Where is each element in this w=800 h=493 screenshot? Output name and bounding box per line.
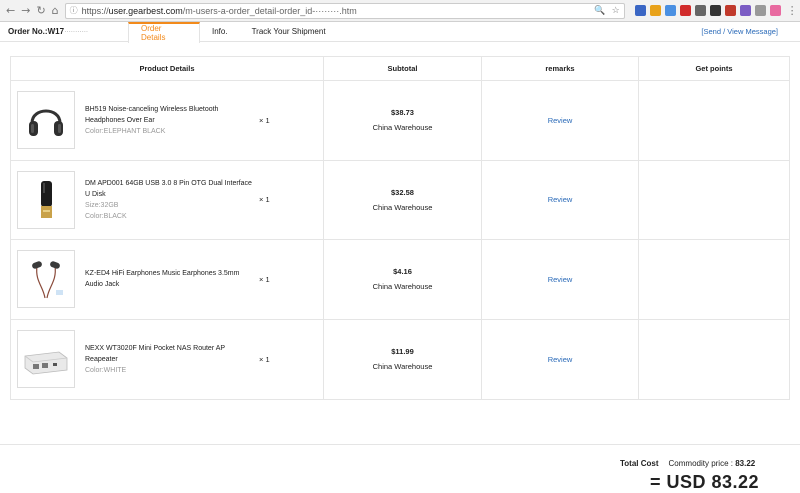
warehouse: China Warehouse — [372, 362, 433, 372]
header-subtotal: Subtotal — [323, 57, 481, 80]
product-image-usb-drive[interactable] — [17, 170, 75, 229]
home-icon[interactable]: ⌂ — [52, 4, 59, 17]
browser-toolbar: ← → ↻ ⌂ ⓘ https://user.gearbest.com/m-us… — [0, 0, 800, 22]
table-header: Product Details Subtotal remarks Get poi… — [11, 57, 789, 81]
points-cell — [638, 160, 789, 239]
price: $11.99 — [391, 347, 414, 357]
ext-4-icon[interactable] — [679, 5, 691, 16]
product-info: DM APD001 64GB USB 3.0 8 Pin OTG Dual In… — [85, 178, 253, 222]
header-remarks: remarks — [481, 57, 638, 80]
points-cell — [638, 319, 789, 399]
review-link[interactable]: Review — [481, 319, 638, 399]
ext-2-icon[interactable] — [649, 5, 661, 16]
table-row: BH519 Noise-canceling Wireless Bluetooth… — [11, 81, 789, 161]
product-image-router[interactable] — [17, 330, 75, 389]
product-name[interactable]: BH519 Noise-canceling Wireless Bluetooth… — [85, 104, 253, 126]
points-cell — [638, 240, 789, 319]
extensions-bar — [634, 5, 781, 16]
order-number-label: Order No.: — [8, 27, 48, 36]
totals-divider — [0, 444, 800, 445]
grand-total: = USD 83.22 — [650, 472, 760, 492]
ext-5-icon[interactable] — [694, 5, 706, 16]
url-scheme: https:// — [81, 5, 109, 16]
review-link[interactable]: Review — [481, 160, 638, 239]
review-link[interactable]: Review — [481, 81, 638, 160]
quantity: × 1 — [259, 354, 270, 364]
order-number-obscured: ··········· — [64, 27, 88, 36]
table-row: NEXX WT3020F Mini Pocket NAS Router AP R… — [11, 319, 789, 400]
product-name[interactable]: KZ-ED4 HiFi Earphones Music Earphones 3.… — [85, 268, 253, 290]
price: $4.16 — [393, 267, 412, 277]
send-view-message-link[interactable]: [Send / View Message] — [701, 27, 778, 36]
product-image-earphones[interactable] — [17, 250, 75, 309]
header-get-points: Get points — [638, 57, 789, 80]
points-cell — [638, 81, 789, 160]
product-cell: BH519 Noise-canceling Wireless Bluetooth… — [11, 81, 323, 160]
subtotal-cell: $38.73 China Warehouse — [323, 81, 481, 160]
tab-track-shipment[interactable]: Track Your Shipment — [240, 22, 338, 42]
warehouse: China Warehouse — [372, 282, 433, 292]
order-number: Order No.:W17··········· — [0, 27, 128, 36]
review-link[interactable]: Review — [481, 240, 638, 319]
ext-9-icon[interactable] — [754, 5, 766, 16]
forward-icon[interactable]: → — [21, 4, 30, 17]
quantity: × 1 — [259, 274, 270, 284]
ext-6-icon[interactable] — [709, 5, 721, 16]
tab-info[interactable]: Info. — [200, 22, 240, 42]
product-attribute: Size:32GB — [85, 201, 119, 209]
commodity-price-value: 83.22 — [735, 459, 756, 468]
product-cell: NEXX WT3020F Mini Pocket NAS Router AP R… — [11, 320, 323, 400]
search-icon[interactable]: 🔍 — [594, 5, 605, 16]
back-icon[interactable]: ← — [6, 4, 15, 17]
ext-7-icon[interactable] — [724, 5, 736, 16]
tab-order-details[interactable]: Order Details — [128, 21, 200, 43]
product-name[interactable]: DM APD001 64GB USB 3.0 8 Pin OTG Dual In… — [85, 178, 253, 200]
info-icon[interactable]: ⓘ — [70, 5, 78, 16]
totals-line: Total Cost Commodity price : 83.22 — [620, 459, 755, 468]
header-product-details: Product Details — [139, 64, 195, 73]
product-cell: DM APD001 64GB USB 3.0 8 Pin OTG Dual In… — [11, 161, 323, 240]
reload-icon[interactable]: ↻ — [36, 4, 45, 17]
warehouse: China Warehouse — [372, 123, 433, 133]
product-info: KZ-ED4 HiFi Earphones Music Earphones 3.… — [85, 268, 253, 290]
order-header: Order No.:W17··········· Order Details I… — [0, 21, 800, 43]
table-row: DM APD001 64GB USB 3.0 8 Pin OTG Dual In… — [11, 160, 789, 240]
ext-8-icon[interactable] — [739, 5, 751, 16]
address-bar[interactable]: ⓘ https://user.gearbest.com/m-users-a-or… — [64, 2, 625, 19]
ext-1-icon[interactable] — [634, 5, 646, 16]
product-info: BH519 Noise-canceling Wireless Bluetooth… — [85, 104, 253, 137]
subtotal-cell: $11.99 China Warehouse — [323, 319, 481, 399]
url-path: /m-users-a-order_detail-order_id-·······… — [182, 5, 357, 16]
menu-icon[interactable]: ⋮ — [787, 4, 798, 17]
table-row: KZ-ED4 HiFi Earphones Music Earphones 3.… — [11, 240, 789, 320]
order-items-table: Product Details Subtotal remarks Get poi… — [10, 56, 790, 400]
quantity: × 1 — [259, 115, 270, 125]
product-attribute: Color:BLACK — [85, 212, 127, 220]
order-number-value: W17 — [47, 27, 65, 36]
ext-10-icon[interactable] — [769, 5, 781, 16]
product-attribute: Color:WHITE — [85, 366, 127, 374]
url-host: user.gearbest.com — [108, 5, 183, 16]
total-cost-label: Total Cost — [620, 459, 659, 468]
product-image-headphones[interactable] — [17, 91, 75, 150]
price: $38.73 — [391, 108, 414, 118]
warehouse: China Warehouse — [372, 202, 433, 212]
commodity-price-label: Commodity price : — [668, 459, 733, 468]
product-info: NEXX WT3020F Mini Pocket NAS Router AP R… — [85, 343, 253, 376]
ext-3-icon[interactable] — [664, 5, 676, 16]
subtotal-cell: $4.16 China Warehouse — [323, 240, 481, 319]
quantity: × 1 — [259, 195, 270, 205]
bookmark-star-icon[interactable]: ☆ — [612, 5, 620, 16]
subtotal-cell: $32.58 China Warehouse — [323, 160, 481, 239]
product-name[interactable]: NEXX WT3020F Mini Pocket NAS Router AP R… — [85, 343, 253, 365]
product-attribute: Color:ELEPHANT BLACK — [85, 127, 166, 135]
price: $32.58 — [391, 187, 414, 197]
commodity-price: Commodity price : 83.22 — [669, 459, 756, 468]
product-cell: KZ-ED4 HiFi Earphones Music Earphones 3.… — [11, 240, 323, 319]
